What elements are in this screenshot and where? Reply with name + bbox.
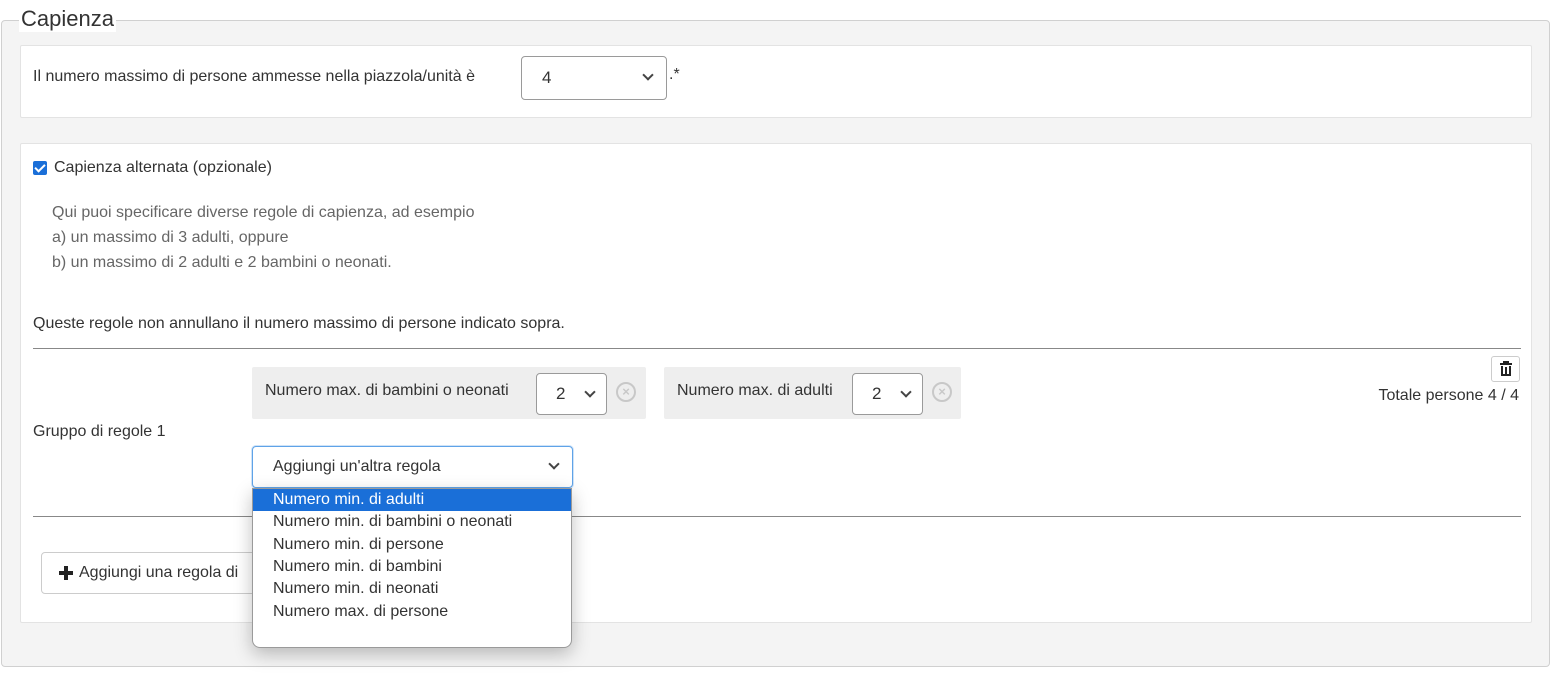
chevron-down-icon [900, 386, 912, 398]
rule-label: Numero max. di bambini o neonati [265, 382, 509, 399]
max-persons-value: 4 [542, 68, 552, 87]
delete-group-button[interactable] [1491, 356, 1520, 382]
help-text-line: a) un massimo di 3 adulti, oppure [52, 229, 289, 246]
required-asterisk: .* [669, 66, 680, 83]
max-persons-panel: Il numero massimo di persone ammesse nel… [20, 45, 1532, 118]
remove-rule-icon[interactable]: × [932, 382, 952, 402]
rule-value-select[interactable]: 2 [852, 373, 923, 415]
divider [33, 348, 1521, 349]
help-text-line: Qui puoi specificare diverse regole di c… [52, 204, 475, 221]
max-persons-label: Il numero massimo di persone ammesse nel… [33, 68, 475, 85]
dropdown-option[interactable]: Numero min. di neonati [253, 578, 571, 600]
chevron-down-icon [548, 458, 560, 470]
alternate-capacity-panel: Capienza alternata (opzionale) Qui puoi … [20, 143, 1532, 623]
add-rule-group-button[interactable]: Aggiungi una regola di [41, 552, 281, 594]
rule-value: 2 [872, 384, 882, 403]
rule-value-select[interactable]: 2 [536, 373, 607, 415]
dropdown-option[interactable]: Numero min. di persone [253, 534, 571, 556]
dropdown-option[interactable]: Numero max. di persone [253, 601, 571, 623]
dropdown-option[interactable]: Numero min. di bambini o neonati [253, 511, 571, 533]
add-rule-placeholder: Aggiungi un'altra regola [273, 458, 441, 475]
alternate-capacity-label[interactable]: Capienza alternata (opzionale) [54, 159, 272, 177]
chevron-down-icon [584, 386, 596, 398]
alternate-capacity-checkbox[interactable] [33, 161, 47, 175]
fieldset-legend: Capienza [19, 6, 116, 32]
rule-value: 2 [556, 384, 566, 403]
max-persons-select[interactable]: 4 [521, 56, 667, 100]
remove-rule-icon[interactable]: × [616, 382, 636, 402]
rule-label: Numero max. di adulti [677, 382, 833, 399]
dropdown-option[interactable]: Numero min. di bambini [253, 556, 571, 578]
plus-icon [59, 566, 73, 580]
help-text-line: b) un massimo di 2 adulti e 2 bambini o … [52, 254, 392, 271]
add-rule-group-label: Aggiungi una regola di [79, 564, 239, 581]
rule-max-children: Numero max. di bambini o neonati 2 × [252, 367, 646, 419]
total-persons: Totale persone 4 / 4 [1378, 387, 1519, 404]
rule-max-adults: Numero max. di adulti 2 × [664, 367, 961, 419]
dropdown-option[interactable]: Numero min. di adulti [253, 489, 571, 511]
rules-note: Queste regole non annullano il numero ma… [33, 315, 565, 332]
rule-group-label: Gruppo di regole 1 [33, 423, 166, 440]
add-rule-dropdown: Numero min. di adulti Numero min. di bam… [252, 488, 572, 648]
add-rule-select[interactable]: Aggiungi un'altra regola [252, 446, 573, 488]
chevron-down-icon [642, 69, 654, 81]
